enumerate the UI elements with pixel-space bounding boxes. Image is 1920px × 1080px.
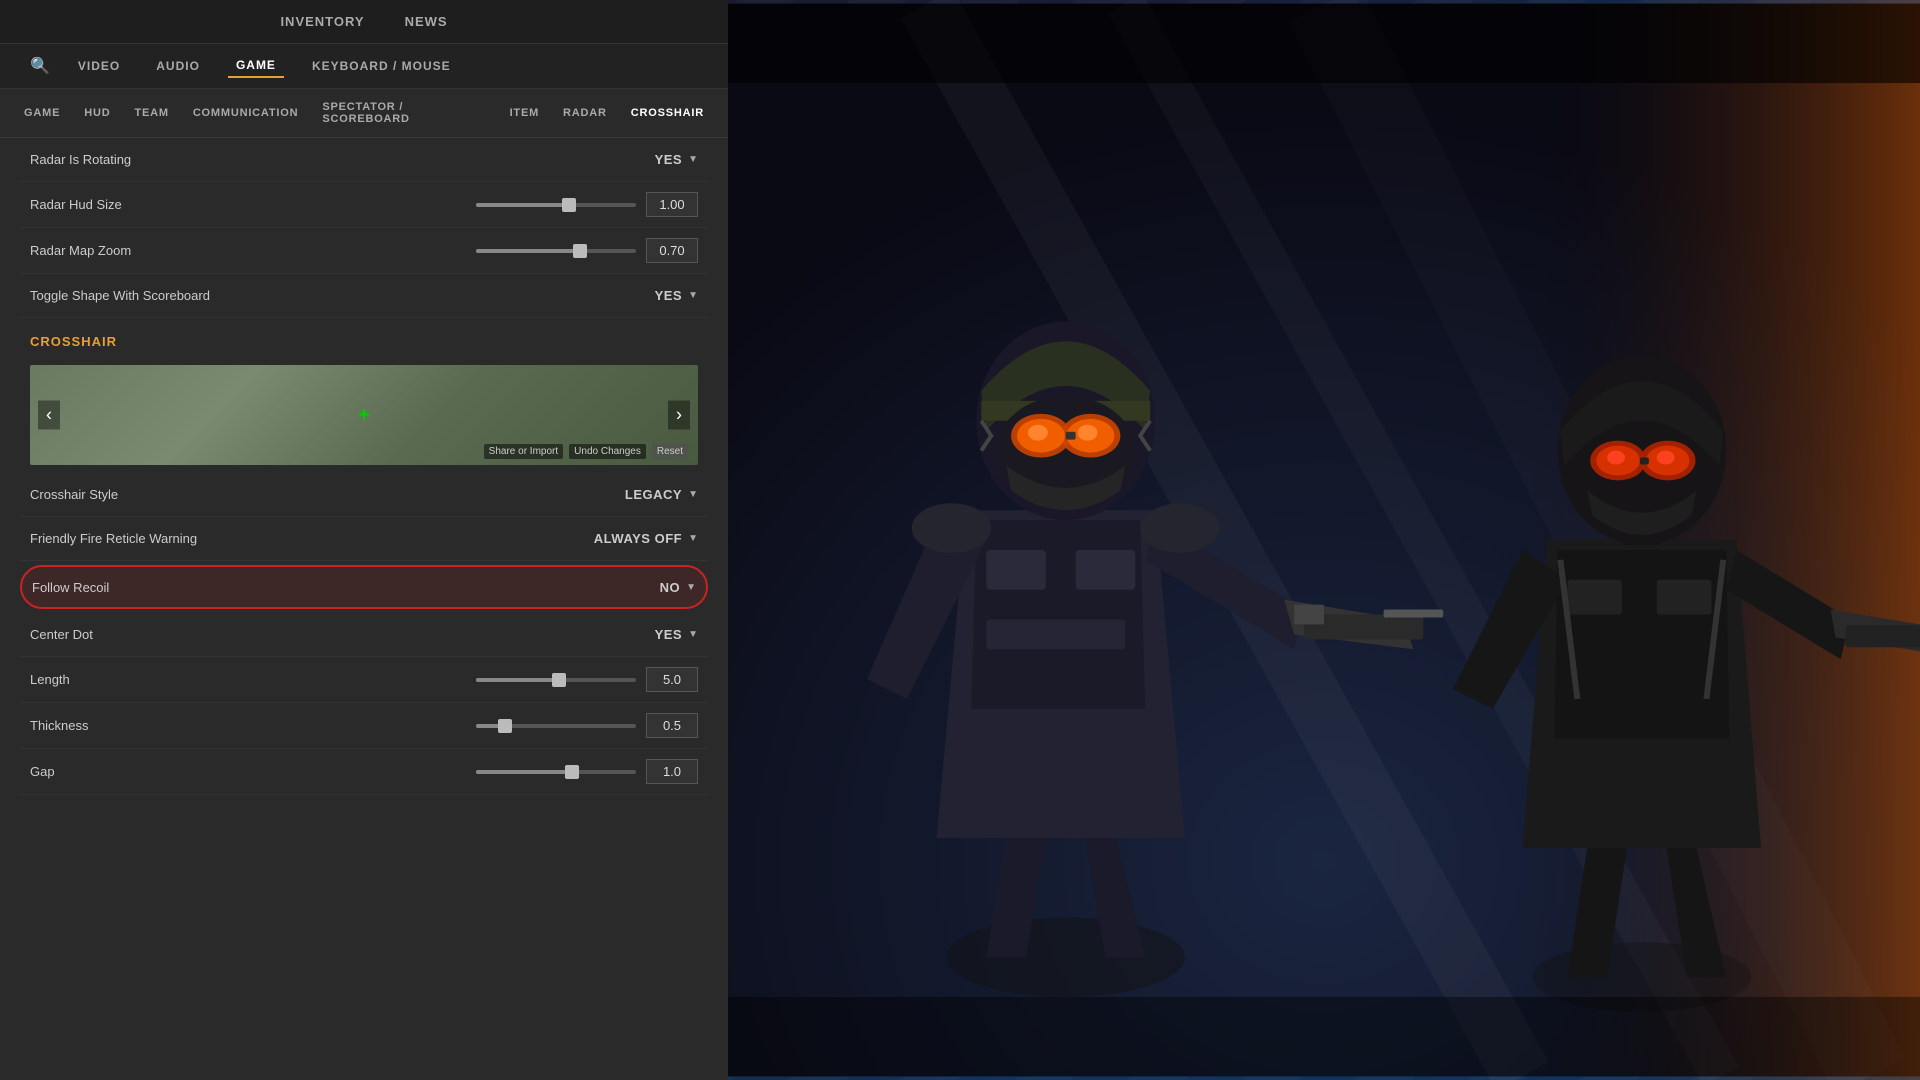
setting-label-friendly-fire: Friendly Fire Reticle Warning <box>30 531 197 546</box>
settings-content-area: Radar Is Rotating YES ▼ Radar Hud Size 1… <box>0 138 728 1080</box>
setting-row-toggle-shape: Toggle Shape With Scoreboard YES ▼ <box>20 274 708 318</box>
setting-row-thickness: Thickness 0.5 <box>20 703 708 749</box>
crosshair-actions-bar: Share or Import Undo Changes Reset <box>484 444 688 459</box>
tab-keyboard-mouse[interactable]: KEYBOARD / MOUSE <box>304 55 459 77</box>
subtab-spectator-scoreboard[interactable]: SPECTATOR / SCOREBOARD <box>318 97 489 129</box>
dropdown-center-dot[interactable]: YES ▼ <box>618 627 698 642</box>
setting-row-friendly-fire: Friendly Fire Reticle Warning ALWAYS OFF… <box>20 517 708 561</box>
dropdown-value-center-dot: YES <box>655 627 683 642</box>
subtab-communication[interactable]: COMMUNICATION <box>189 103 303 123</box>
tab-audio[interactable]: AUDIO <box>148 55 208 77</box>
subtab-hud[interactable]: HUD <box>80 103 114 123</box>
setting-label-gap: Gap <box>30 764 55 779</box>
settings-panel: INVENTORY NEWS 🔍 VIDEO AUDIO GAME KEYBOA… <box>0 0 728 1080</box>
setting-row-crosshair-style: Crosshair Style LEGACY ▼ <box>20 473 708 517</box>
setting-label-toggle-shape: Toggle Shape With Scoreboard <box>30 288 210 303</box>
crosshair-reticle: + <box>358 405 370 425</box>
crosshair-section-header: Crosshair <box>20 318 708 357</box>
top-navigation: INVENTORY NEWS <box>0 0 728 44</box>
crosshair-next-button[interactable]: › <box>668 401 690 430</box>
chevron-down-icon: ▼ <box>688 290 698 301</box>
slider-track-radar-hud[interactable] <box>476 203 636 207</box>
soldiers-artwork <box>728 0 1920 1080</box>
dropdown-radar-rotating[interactable]: YES ▼ <box>618 152 698 167</box>
reset-button[interactable]: Reset <box>652 444 688 459</box>
setting-label-crosshair-style: Crosshair Style <box>30 487 118 502</box>
setting-row-radar-rotating: Radar Is Rotating YES ▼ <box>20 138 708 182</box>
subtab-radar[interactable]: RADAR <box>559 103 611 123</box>
dropdown-value-friendly-fire: ALWAYS OFF <box>594 531 682 546</box>
tab-video[interactable]: VIDEO <box>70 55 128 77</box>
hero-panel <box>728 0 1920 1080</box>
setting-label-radar-rotating: Radar Is Rotating <box>30 152 131 167</box>
setting-label-radar-map-zoom: Radar Map Zoom <box>30 243 131 258</box>
chevron-down-icon: ▼ <box>688 533 698 544</box>
dropdown-friendly-fire[interactable]: ALWAYS OFF ▼ <box>594 531 698 546</box>
subtab-crosshair[interactable]: CROSSHAIR <box>627 103 708 123</box>
sub-tabs-bar: GAME HUD TEAM COMMUNICATION SPECTATOR / … <box>0 89 728 138</box>
nav-inventory[interactable]: INVENTORY <box>280 6 364 37</box>
setting-row-length: Length 5.0 <box>20 657 708 703</box>
slider-value-radar-hud: 1.00 <box>646 192 698 217</box>
crosshair-prev-button[interactable]: ‹ <box>38 401 60 430</box>
dropdown-follow-recoil[interactable]: NO ▼ <box>616 580 696 595</box>
slider-radar-map-zoom[interactable]: 0.70 <box>476 238 698 263</box>
setting-label-radar-hud-size: Radar Hud Size <box>30 197 122 212</box>
setting-row-follow-recoil: Follow Recoil NO ▼ <box>20 565 708 609</box>
settings-tabs-bar: 🔍 VIDEO AUDIO GAME KEYBOARD / MOUSE <box>0 44 728 89</box>
slider-radar-hud-size[interactable]: 1.00 <box>476 192 698 217</box>
slider-length[interactable]: 5.0 <box>476 667 698 692</box>
search-icon[interactable]: 🔍 <box>30 56 50 76</box>
slider-thickness[interactable]: 0.5 <box>476 713 698 738</box>
slider-value-thickness: 0.5 <box>646 713 698 738</box>
nav-news[interactable]: NEWS <box>405 6 448 37</box>
slider-track-thickness[interactable] <box>476 724 636 728</box>
chevron-down-icon: ▼ <box>688 629 698 640</box>
hero-background <box>728 0 1920 1080</box>
setting-row-radar-map-zoom: Radar Map Zoom 0.70 <box>20 228 708 274</box>
dropdown-value-follow-recoil: NO <box>660 580 681 595</box>
setting-row-radar-hud-size: Radar Hud Size 1.00 <box>20 182 708 228</box>
crosshair-preview: + ‹ › Share or Import Undo Changes Reset <box>30 365 698 465</box>
chevron-down-icon: ▼ <box>688 154 698 165</box>
dropdown-crosshair-style[interactable]: LEGACY ▼ <box>618 487 698 502</box>
setting-row-center-dot: Center Dot YES ▼ <box>20 613 708 657</box>
undo-changes-button[interactable]: Undo Changes <box>569 444 646 459</box>
subtab-item[interactable]: ITEM <box>506 103 543 123</box>
setting-label-thickness: Thickness <box>30 718 89 733</box>
setting-label-center-dot: Center Dot <box>30 627 93 642</box>
slider-value-length: 5.0 <box>646 667 698 692</box>
slider-track-length[interactable] <box>476 678 636 682</box>
slider-gap[interactable]: 1.0 <box>476 759 698 784</box>
chevron-down-icon: ▼ <box>688 489 698 500</box>
subtab-game[interactable]: GAME <box>20 103 64 123</box>
slider-value-radar-zoom: 0.70 <box>646 238 698 263</box>
dropdown-toggle-shape[interactable]: YES ▼ <box>618 288 698 303</box>
tab-game[interactable]: GAME <box>228 54 284 78</box>
setting-label-length: Length <box>30 672 70 687</box>
chevron-down-icon: ▼ <box>686 582 696 593</box>
share-import-button[interactable]: Share or Import <box>484 444 563 459</box>
setting-row-gap: Gap 1.0 <box>20 749 708 795</box>
setting-label-follow-recoil: Follow Recoil <box>32 580 109 595</box>
dropdown-value-radar-rotating: YES <box>655 152 683 167</box>
slider-track-gap[interactable] <box>476 770 636 774</box>
dropdown-value-toggle-shape: YES <box>655 288 683 303</box>
dropdown-value-crosshair-style: LEGACY <box>625 487 682 502</box>
subtab-team[interactable]: TEAM <box>130 103 172 123</box>
slider-value-gap: 1.0 <box>646 759 698 784</box>
slider-track-radar-zoom[interactable] <box>476 249 636 253</box>
